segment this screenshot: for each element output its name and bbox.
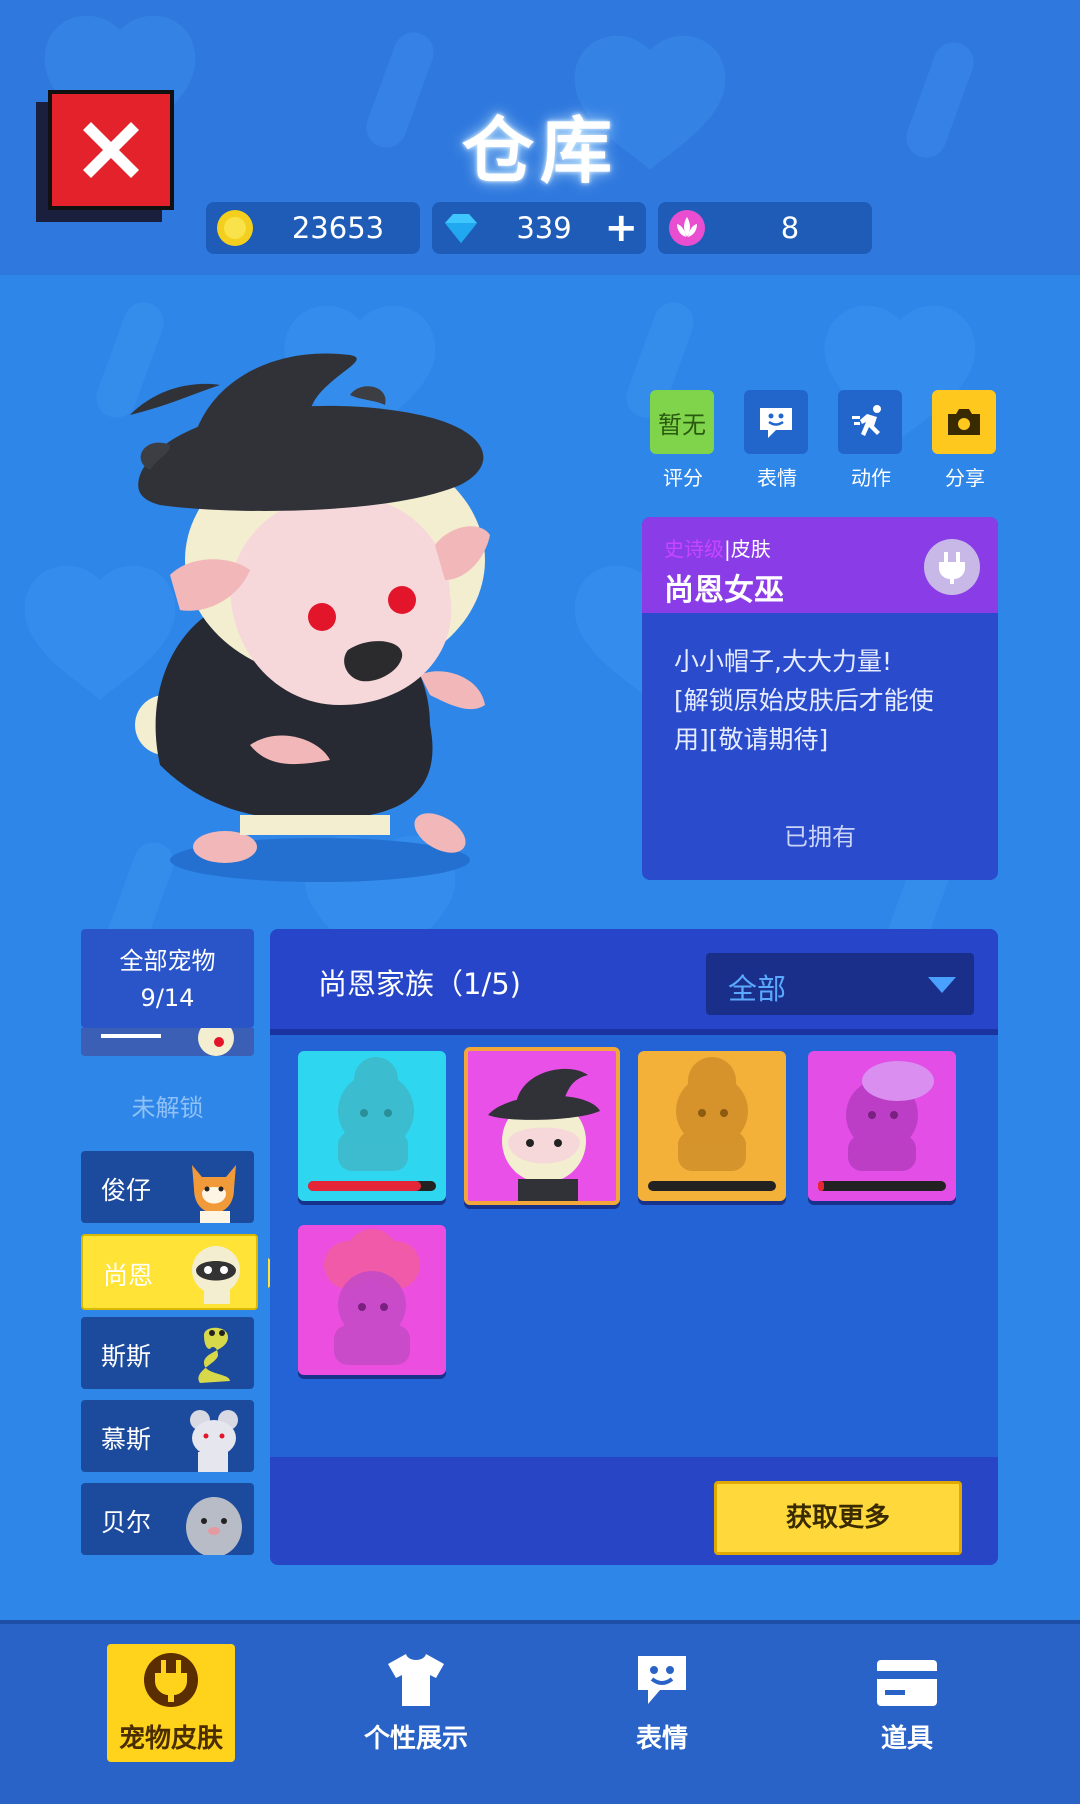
diamond-icon — [445, 214, 477, 243]
skin-description-line: [解锁原始皮肤后才能使 — [674, 686, 934, 715]
rating-label: 评分 — [663, 466, 703, 490]
skin-type: |皮肤 — [724, 537, 771, 561]
skin-silhouette — [676, 1057, 748, 1171]
skin-slot-2-selected[interactable] — [464, 1047, 620, 1205]
share-button[interactable]: 分享 — [932, 390, 998, 491]
skin-progress-bar — [308, 1181, 436, 1191]
skin-silhouette — [846, 1061, 934, 1171]
locked-section-label: 未解锁 — [131, 1094, 204, 1122]
plug-icon — [939, 552, 965, 584]
skin-info-header: 史诗级|皮肤 尚恩女巫 — [642, 517, 998, 613]
chevron-down-icon — [928, 977, 956, 993]
snake-avatar — [198, 1327, 230, 1383]
skin-progress-bar — [818, 1181, 946, 1191]
filter-value: 全部 — [728, 972, 787, 1006]
skin-panel-header: 尚恩家族（1/5) 全部 — [270, 929, 998, 1035]
skin-progress-bar — [648, 1181, 776, 1191]
skin-slot-1[interactable] — [298, 1051, 446, 1201]
skin-badge — [924, 539, 980, 595]
pet-name: 尚恩 — [103, 1261, 154, 1290]
pet-name: 慕斯 — [101, 1425, 152, 1454]
emote-label: 表情 — [757, 466, 797, 490]
rating-value: 暂无 — [658, 410, 706, 439]
nav-emotes[interactable]: 表情 — [598, 1644, 726, 1762]
token-counter: 8 — [658, 202, 872, 254]
skin-slot-3[interactable] — [638, 1051, 786, 1201]
skin-info-card: 史诗级|皮肤 尚恩女巫 小小帽子,大大力量! [解锁原始皮肤后才能使 用][敬请… — [642, 517, 998, 880]
skin-silhouette — [324, 1229, 420, 1365]
share-label: 分享 — [945, 466, 985, 490]
nav-pet-skins[interactable]: 宠物皮肤 — [107, 1644, 235, 1762]
chat-smile-icon — [638, 1656, 686, 1704]
pet-item-junzai[interactable]: 俊仔 — [81, 1151, 254, 1223]
pet-list-item-partial[interactable] — [81, 1028, 254, 1056]
mouse-avatar — [190, 1410, 238, 1472]
emote-button[interactable]: 表情 — [744, 390, 810, 491]
skin-filter-dropdown[interactable]: 全部 — [706, 953, 974, 1015]
skin-progress-fill — [818, 1181, 825, 1191]
nav-label: 表情 — [635, 1724, 688, 1754]
motion-button[interactable]: 动作 — [838, 390, 904, 491]
sheep-avatar — [192, 1246, 240, 1304]
skin-description-line: 用][敬请期待] — [674, 725, 829, 754]
skin-panel: 尚恩家族（1/5) 全部 获取更多 — [270, 929, 998, 1565]
skin-progress-fill — [308, 1181, 421, 1191]
motion-label: 动作 — [851, 466, 891, 490]
skin-slot-5[interactable] — [298, 1225, 446, 1375]
pet-character-preview[interactable] — [130, 345, 510, 885]
get-more-button[interactable]: 获取更多 — [714, 1481, 962, 1555]
witch-skin-thumb — [488, 1068, 600, 1201]
running-icon — [852, 405, 881, 436]
tshirt-icon — [388, 1654, 444, 1706]
family-title: 尚恩家族（1/5) — [318, 967, 521, 1001]
all-pets-title: 全部宠物 — [119, 947, 216, 975]
nav-label: 宠物皮肤 — [118, 1724, 223, 1754]
coin-icon — [217, 210, 253, 246]
gem-value: 339 — [516, 211, 572, 245]
pet-item-musi[interactable]: 慕斯 — [81, 1400, 254, 1472]
skin-tag: 史诗级|皮肤 — [664, 533, 771, 562]
nav-items[interactable]: 道具 — [843, 1644, 971, 1762]
camera-icon — [948, 409, 980, 435]
pet-name: 贝尔 — [101, 1508, 152, 1537]
skin-description-line: 小小帽子,大大力量! — [674, 647, 892, 676]
add-gems-button[interactable]: + — [604, 206, 638, 250]
nav-label: 个性展示 — [363, 1724, 468, 1754]
skin-rarity: 史诗级 — [664, 537, 724, 561]
skin-status: 已拥有 — [784, 823, 856, 851]
pet-name: 斯斯 — [101, 1342, 152, 1371]
nav-personal-display[interactable]: 个性展示 — [352, 1644, 480, 1762]
page-title: 仓库 — [461, 109, 618, 193]
pet-name: 俊仔 — [101, 1176, 152, 1205]
skin-name: 尚恩女巫 — [664, 573, 784, 608]
rating-button[interactable]: 暂无 评分 — [650, 390, 716, 491]
partial-pet-thumb — [101, 1028, 234, 1056]
card-icon — [877, 1660, 937, 1706]
skin-silhouette — [338, 1057, 414, 1171]
skin-description: 小小帽子,大大力量! [解锁原始皮肤后才能使 用][敬请期待] — [674, 642, 974, 759]
lotus-icon — [669, 210, 705, 246]
pet-item-sisi[interactable]: 斯斯 — [81, 1317, 254, 1389]
seal-avatar — [186, 1497, 242, 1555]
token-value: 8 — [780, 211, 800, 245]
pet-item-shaun[interactable]: 尚恩 — [81, 1234, 258, 1310]
coin-counter: 23653 — [206, 202, 420, 254]
rating-box: 暂无 — [650, 390, 714, 454]
pet-item-beier[interactable]: 贝尔 — [81, 1483, 254, 1555]
gem-counter: 339 + — [432, 202, 646, 254]
coin-value: 23653 — [291, 211, 385, 245]
chat-smile-icon — [760, 408, 792, 438]
all-pets-count: 9/14 — [140, 984, 195, 1012]
nav-label: 道具 — [880, 1724, 933, 1754]
shiba-avatar — [192, 1165, 236, 1223]
bottom-nav: 宠物皮肤 个性展示 表情 道具 — [0, 1620, 1080, 1804]
all-pets-button[interactable]: 全部宠物 9/14 — [81, 929, 254, 1028]
skin-slot-4[interactable] — [808, 1051, 956, 1201]
plug-icon — [144, 1653, 198, 1707]
